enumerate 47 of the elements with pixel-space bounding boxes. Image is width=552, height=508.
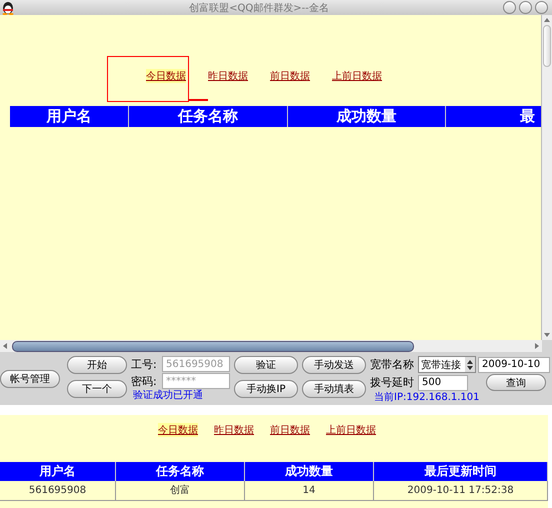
column-header: 任务名称: [116, 462, 245, 481]
column-header: 最: [519, 106, 536, 127]
column-header: 用户名: [10, 106, 129, 127]
data-link[interactable]: 昨日数据: [208, 69, 248, 83]
scroll-thumb[interactable]: [543, 25, 551, 67]
field-label: 宽带名称: [370, 357, 415, 372]
column-header: 成功数量: [288, 106, 446, 127]
close-button[interactable]: [535, 1, 548, 14]
data-link[interactable]: 上前日数据: [326, 423, 376, 437]
change-ip-button[interactable]: 手动换IP: [234, 380, 298, 398]
account-button[interactable]: 帐号管理: [0, 370, 60, 388]
manual-send-button[interactable]: 手动发送: [302, 356, 366, 374]
column-header: 用户名: [0, 462, 116, 481]
table-cell: 2009-10-11 17:52:38: [374, 481, 548, 500]
table-cell: 14: [245, 481, 374, 500]
data-link[interactable]: 前日数据: [270, 69, 310, 83]
data-link[interactable]: 今日数据: [146, 69, 186, 83]
date-field[interactable]: 2009-10-10: [478, 356, 550, 372]
data-link[interactable]: 上前日数据: [332, 69, 382, 83]
horizontal-scrollbar[interactable]: [0, 340, 542, 352]
next-button[interactable]: 下一个: [67, 380, 127, 398]
minimize-button[interactable]: [503, 1, 516, 14]
scroll-thumb[interactable]: [12, 340, 414, 352]
spinner-icon[interactable]: [465, 357, 475, 372]
status-text: 验证成功已开通: [132, 390, 204, 401]
column-header: 成功数量: [245, 462, 374, 481]
query-button[interactable]: 查询: [486, 374, 546, 391]
data-link[interactable]: 前日数据: [270, 423, 310, 437]
field-label: 拨号延时: [370, 375, 415, 390]
status-text: 当前IP:192.168.1.101: [373, 392, 481, 403]
verify-button[interactable]: 验证: [234, 356, 298, 374]
manual-fill-button[interactable]: 手动填表: [302, 380, 366, 398]
start-button[interactable]: 开始: [67, 356, 127, 374]
delay-field[interactable]: 500: [418, 374, 468, 390]
window-title: 创富联盟<QQ邮件群发>--金名: [188, 2, 330, 14]
broadband-dropdown[interactable]: 宽带连接: [418, 356, 476, 373]
table-cell: 创富: [116, 481, 245, 500]
column-header: 任务名称: [129, 106, 288, 127]
column-header: 最后更新时间: [374, 462, 548, 481]
penguin-icon: [1, 0, 15, 14]
maximize-button[interactable]: [519, 1, 532, 14]
data-link[interactable]: 昨日数据: [214, 423, 254, 437]
vertical-scrollbar[interactable]: [541, 15, 552, 340]
data-link[interactable]: 今日数据: [158, 423, 198, 437]
table-cell: 561695908: [0, 481, 116, 500]
field-label: 工号:: [131, 356, 158, 372]
field-label: 密码:: [131, 374, 158, 388]
